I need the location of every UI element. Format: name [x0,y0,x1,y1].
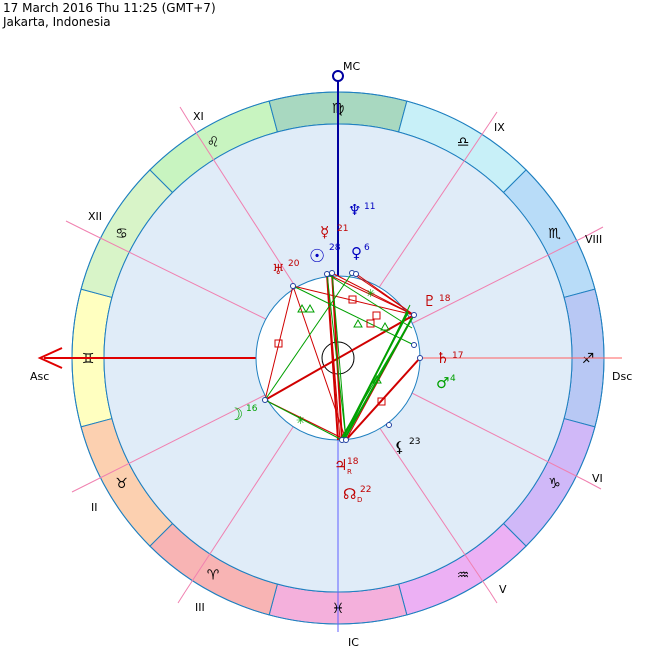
planet-dot [411,312,417,318]
planet-dot [386,422,392,428]
planet-dot [324,271,330,277]
tick-II [71,483,89,493]
neptune-icon: ♆ [348,201,361,219]
moon-degree: 16 [246,404,258,414]
uranus-icon: ♅ [272,262,285,278]
planet-dot [329,270,335,276]
capricorn-icon: ♑ [548,476,561,492]
planet-dot [343,437,349,443]
north-node-degree: 22 [360,485,371,495]
neptune-degree: 11 [364,202,375,212]
house-label-V: V [499,583,507,596]
mercury-degree: 21 [337,224,348,234]
libra-icon: ♎ [457,134,470,150]
mc-label: MC [343,60,360,73]
house-label-II: II [91,501,98,514]
leo-icon: ♌ [207,134,220,150]
planet-dot [411,342,417,348]
saturn-degree: 17 [452,351,463,361]
house-label-XII: XII [88,210,102,223]
natal-chart-wheel: ♊♋♌♍♎♏♐♑♒♓♈♉ [30,60,632,649]
cancer-icon: ♋ [115,226,128,242]
mercury-icon: ☿ [320,223,329,241]
tick-XI [179,106,189,121]
house-label-IX: IX [494,121,505,134]
jupiter-degree: 18 [347,457,359,467]
sun-degree: 28 [329,243,341,253]
sagittarius-icon: ♐ [582,351,595,367]
sextile-aspect-icon: ✳ [366,287,375,300]
asc-label: Asc [30,370,49,383]
lilith-degree: 23 [409,437,420,447]
mc-marker-icon [332,70,344,82]
jupiter-icon: ♃ [334,456,347,474]
aries-icon: ♈ [207,568,220,584]
sun-icon: ☉ [309,246,325,267]
planet-dot [417,355,423,361]
house-label-XI: XI [193,110,204,123]
aquarius-icon: ♒ [457,568,470,584]
scorpio-icon: ♏ [548,226,561,242]
venus-degree: 6 [364,243,370,253]
taurus-icon: ♉ [115,476,128,492]
lilith-icon: ⚸ [394,438,405,456]
uranus-degree: 20 [288,259,300,269]
mars-icon: ♂ [436,374,449,392]
planet-dot [290,283,296,289]
north-node-icon: ☊ [343,485,356,503]
tick-III [177,591,186,604]
house-label-III: III [195,601,205,614]
house-label-VI: VI [592,472,603,485]
house-label-VIII: VIII [585,233,602,246]
sextile-aspect-icon: ✳ [296,414,305,427]
planet-dot [353,271,359,277]
ic-label: IC [348,636,359,649]
tick-V [489,591,498,604]
planet-dot [262,397,268,403]
venus-icon: ♀ [351,244,362,262]
pluto-degree: 18 [439,294,451,304]
moon-icon: ☽ [228,405,243,425]
north-node-direct: D [357,496,362,504]
jupiter-retro: R [347,468,352,476]
saturn-icon: ♄ [436,349,449,367]
tick-XII [65,220,85,231]
mars-degree: 4 [450,374,456,384]
pluto-icon: ♇ [423,292,436,310]
dsc-label: Dsc [612,370,632,383]
